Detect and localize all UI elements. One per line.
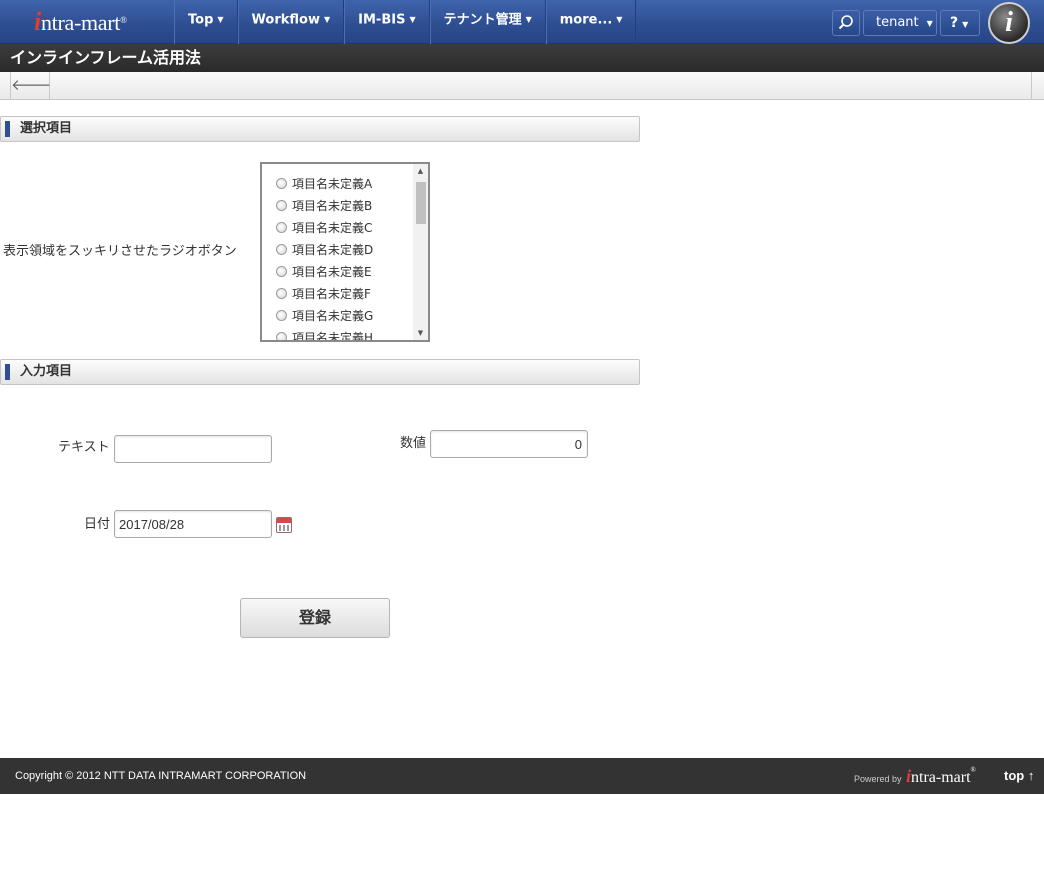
radio-option[interactable]: 項目名未定義C (262, 216, 412, 238)
nav-im-bis-label: IM-BIS (358, 12, 406, 28)
page-title: インラインフレーム活用法 (0, 44, 1044, 72)
top-navbar: intra-mart® Top ▼ Workflow ▼ IM-BIS ▼ テナント管… (0, 0, 1044, 44)
radio-button[interactable] (276, 221, 287, 233)
radio-option-label: 項目名未定義F (292, 286, 371, 301)
calendar-icon[interactable] (276, 517, 292, 533)
tenant-dropdown[interactable]: tenant ▼ (863, 10, 937, 36)
radio-option[interactable]: 項目名未定義G (262, 304, 412, 326)
radio-button[interactable] (276, 177, 287, 189)
text-field-label: テキスト (58, 440, 110, 455)
radio-button[interactable] (276, 199, 287, 211)
nav-more[interactable]: more... ▼ (545, 0, 637, 44)
section-header-select: 選択項目 (0, 116, 640, 142)
back-to-top-link[interactable]: top ↑ (1004, 758, 1034, 794)
caret-down-icon: ▼ (217, 15, 224, 24)
radio-option-label: 項目名未定義H (292, 330, 374, 342)
radio-option[interactable]: 項目名未定義F (262, 282, 412, 304)
radio-list: 項目名未定義A 項目名未定義B 項目名未定義C 項目名未定義D 項目名未定義E … (262, 172, 412, 342)
nav-top[interactable]: Top ▼ (174, 0, 238, 44)
caret-down-icon: ▼ (324, 15, 331, 24)
radio-button[interactable] (276, 309, 287, 321)
tenant-label: tenant (876, 15, 919, 30)
nav-more-label: more... (559, 12, 613, 28)
nav-im-bis[interactable]: IM-BIS ▼ (344, 0, 430, 44)
back-arrow-icon: 🡐 (11, 76, 52, 94)
scroll-down-icon[interactable]: ▼ (413, 326, 428, 340)
register-button[interactable]: 登録 (240, 598, 390, 638)
radio-button[interactable] (276, 265, 287, 277)
radio-option-label: 項目名未定義C (292, 220, 373, 235)
radio-option[interactable]: 項目名未定義A (262, 172, 412, 194)
radio-option[interactable]: 項目名未定義H (262, 326, 412, 342)
caret-down-icon: ▼ (616, 15, 623, 24)
help-dropdown[interactable]: ? ▼ (940, 10, 980, 36)
powered-by-text: Powered by (854, 774, 902, 784)
radio-group-label: 表示領域をスッキリさせたラジオボタン (3, 244, 237, 259)
page-footer: Copyright © 2012 NTT DATA INTRAMART CORP… (0, 758, 1044, 794)
radio-option-label: 項目名未定義B (292, 198, 373, 213)
text-field[interactable] (114, 435, 272, 463)
help-label: ? (950, 15, 959, 31)
search-icon (838, 15, 853, 30)
nav-workflow-label: Workflow (251, 12, 320, 28)
caret-down-icon: ▼ (926, 19, 933, 28)
footer-intra-mart-logo: intra-mart® (906, 766, 976, 786)
radio-option[interactable]: 項目名未定義E (262, 260, 412, 282)
radio-box-scrollbar[interactable]: ▲ ▼ (413, 164, 428, 340)
radio-button[interactable] (276, 331, 287, 340)
scroll-up-icon[interactable]: ▲ (413, 164, 428, 178)
nav-tenant-admin[interactable]: テナント管理 ▼ (429, 0, 546, 44)
nav-tenant-admin-label: テナント管理 (443, 12, 522, 28)
nav-workflow[interactable]: Workflow ▼ (237, 0, 345, 44)
intra-mart-logo[interactable]: intra-mart® (34, 6, 154, 38)
radio-option-label: 項目名未定義E (292, 264, 372, 279)
radio-option[interactable]: 項目名未定義D (262, 238, 412, 260)
radio-button[interactable] (276, 243, 287, 255)
radio-option[interactable]: 項目名未定義B (262, 194, 412, 216)
caret-down-icon: ▼ (525, 15, 532, 24)
scroll-thumb[interactable] (416, 182, 426, 224)
radio-option-label: 項目名未定義D (292, 242, 374, 257)
radio-option-label: 項目名未定義G (292, 308, 374, 323)
caret-down-icon: ▼ (409, 15, 416, 24)
radio-scroll-box[interactable]: 項目名未定義A 項目名未定義B 項目名未定義C 項目名未定義D 項目名未定義E … (260, 162, 430, 342)
back-button[interactable]: 🡐 (10, 72, 52, 99)
section-header-input: 入力項目 (0, 359, 640, 385)
number-field[interactable] (430, 430, 588, 458)
search-button[interactable] (832, 10, 860, 36)
radio-button[interactable] (276, 287, 287, 299)
nav-top-label: Top (188, 12, 214, 28)
caret-down-icon: ▼ (962, 20, 969, 29)
user-avatar[interactable]: i (988, 2, 1030, 44)
date-field[interactable] (114, 510, 272, 538)
radio-option-label: 項目名未定義A (292, 176, 373, 191)
number-field-label: 数値 (400, 436, 427, 451)
global-menu: Top ▼ Workflow ▼ IM-BIS ▼ テナント管理 ▼ more... ▼ (174, 0, 637, 44)
page-toolbar: 🡐 (0, 72, 1044, 100)
toolbar-divider (1031, 72, 1032, 99)
copyright-text: Copyright © 2012 NTT DATA INTRAMART CORP… (15, 770, 307, 782)
date-field-label: 日付 (84, 517, 111, 532)
